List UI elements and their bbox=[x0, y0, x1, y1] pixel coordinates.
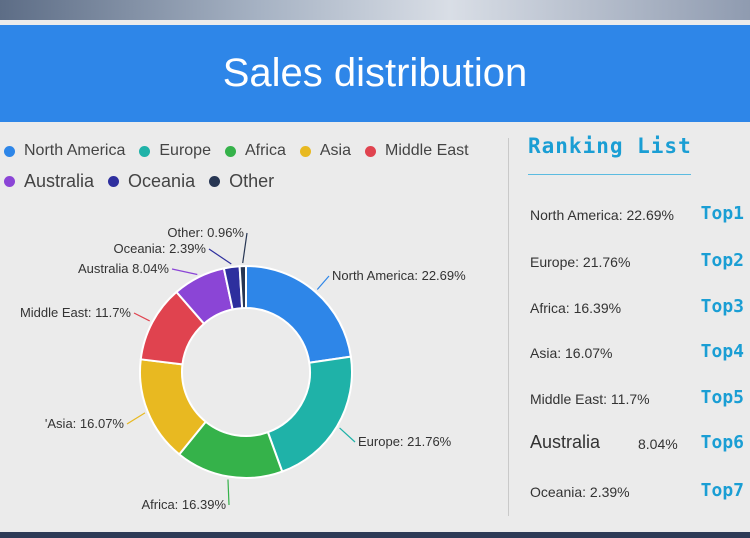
legend-item[interactable]: Africa bbox=[224, 142, 286, 160]
label-leader-line bbox=[126, 412, 146, 425]
rank-badge: Top4 bbox=[700, 341, 744, 362]
ranking-entry-value: 8.04% bbox=[638, 436, 678, 452]
ranking-entry-text: Europe: 21.76% bbox=[530, 254, 631, 270]
page-title: Sales distribution bbox=[222, 51, 528, 95]
legend-swatch bbox=[108, 175, 120, 187]
legend-swatch bbox=[4, 175, 15, 187]
rank-badge: Top2 bbox=[700, 250, 744, 271]
legend-label: Middle East bbox=[385, 142, 469, 159]
legend-row: North America Europe Africa Asia Middle East bbox=[4, 136, 504, 166]
slice-data-label: Australia 8.04% bbox=[78, 261, 169, 276]
slice-data-label: Europe: 21.76% bbox=[358, 434, 452, 449]
header-bar: Sales distribution bbox=[0, 25, 750, 122]
rank-badge: Top7 bbox=[700, 480, 744, 501]
slice-data-label: 'Asia: 16.07% bbox=[45, 416, 125, 431]
bottom-border bbox=[0, 532, 750, 538]
legend-label: Europe bbox=[159, 142, 211, 159]
legend-item[interactable]: Oceania bbox=[108, 171, 195, 192]
legend-label: Africa bbox=[244, 142, 286, 159]
ranking-entry-label: Australia bbox=[530, 432, 601, 452]
ranking-row: Europe: 21.76% Top2 bbox=[530, 250, 748, 276]
rank-badge: Top3 bbox=[700, 296, 744, 317]
legend-swatch bbox=[139, 145, 151, 157]
legend-row: Australia Oceania Other bbox=[4, 166, 504, 196]
top-banner-image bbox=[0, 0, 750, 20]
legend-label: Oceania bbox=[128, 170, 196, 191]
ranking-row: Africa: 16.39% Top3 bbox=[530, 296, 748, 322]
donut-chart: North America: 22.69% Europe: 21.76% Afric… bbox=[20, 225, 466, 512]
slice-data-label: Other: 0.96% bbox=[167, 225, 244, 240]
ranking-entry-text: North America: 22.69% bbox=[530, 207, 674, 223]
legend-item[interactable]: Middle East bbox=[365, 142, 469, 160]
label-leader-line bbox=[171, 268, 198, 276]
legend-label: Other bbox=[229, 170, 275, 191]
legend-item[interactable]: North America bbox=[4, 142, 125, 160]
legend-item[interactable]: Australia bbox=[4, 171, 94, 192]
legend-label: North America bbox=[24, 142, 126, 159]
legend-item[interactable]: Other bbox=[209, 171, 274, 192]
ranking-entry-text: Africa: 16.39% bbox=[530, 300, 622, 316]
panel-divider bbox=[508, 138, 509, 516]
ranking-row: Australia 8.04% Top6 bbox=[530, 432, 748, 458]
legend-label: Asia bbox=[319, 142, 351, 159]
ranking-title: Ranking List bbox=[528, 134, 692, 158]
legend-swatch bbox=[299, 145, 311, 157]
ranking-row: North America: 22.69% Top1 bbox=[530, 203, 748, 229]
label-leader-line bbox=[339, 427, 356, 443]
rank-badge: Top5 bbox=[700, 387, 744, 408]
legend-swatch bbox=[4, 145, 15, 157]
rank-badge: Top6 bbox=[700, 432, 744, 453]
ranking-entry-text: Asia: 16.07% bbox=[530, 345, 613, 361]
ranking-entry-text: Oceania: 2.39% bbox=[530, 484, 630, 500]
slice-data-label: Oceania: 2.39% bbox=[113, 241, 206, 256]
label-leader-line bbox=[133, 312, 150, 322]
slice-data-label: Middle East: 11.7% bbox=[20, 305, 131, 320]
slice-data-label: North America: 22.69% bbox=[332, 268, 466, 283]
legend-label: Australia bbox=[24, 170, 95, 191]
donut-slice[interactable] bbox=[266, 355, 353, 473]
label-leader-line bbox=[316, 275, 330, 290]
ranking-row: Middle East: 11.7% Top5 bbox=[530, 387, 748, 413]
ranking-row: Oceania: 2.39% Top7 bbox=[530, 480, 748, 506]
ranking-row: Asia: 16.07% Top4 bbox=[530, 341, 748, 367]
legend-item[interactable]: Asia bbox=[299, 142, 351, 160]
chart-legend: North America Europe Africa Asia Middle East… bbox=[4, 136, 504, 196]
label-leader-line bbox=[208, 248, 232, 265]
legend-item[interactable]: Europe bbox=[139, 142, 211, 160]
legend-swatch bbox=[209, 175, 221, 187]
ranking-entry-text: Middle East: 11.7% bbox=[530, 391, 650, 407]
legend-swatch bbox=[365, 145, 376, 157]
legend-swatch bbox=[224, 145, 236, 157]
slice-data-label: Africa: 16.39% bbox=[141, 497, 226, 512]
rank-badge: Top1 bbox=[700, 203, 744, 224]
ranking-title-underline bbox=[528, 174, 691, 175]
label-leader-line bbox=[227, 479, 230, 506]
